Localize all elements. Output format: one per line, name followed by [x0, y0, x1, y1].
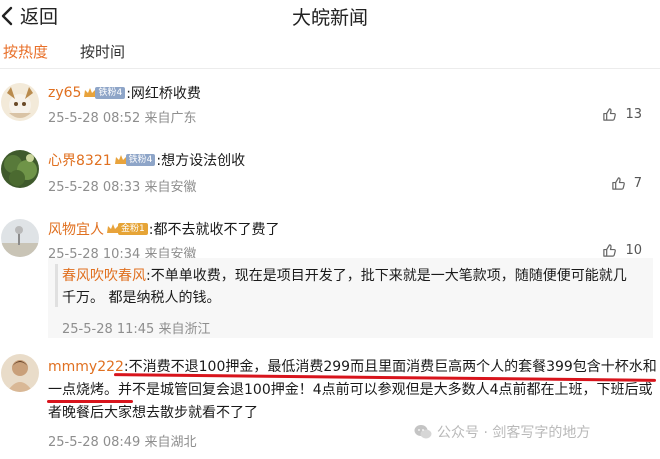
fan-badge: 铁粉4 [114, 153, 156, 167]
comment-meta: 25-5-28 08:52 来自广东 [48, 107, 197, 126]
username[interactable]: 心界8321 [48, 150, 112, 170]
comment-header: 心界8321 铁粉4 :想方设法创收 [48, 150, 245, 170]
timestamp: 25-5-28 08:33 [48, 180, 141, 195]
avatar[interactable] [1, 219, 39, 257]
sort-by-time-tab[interactable]: 按时间 [80, 41, 125, 62]
like-button[interactable]: 10 [602, 243, 642, 258]
reply-content: 春风吹吹春风:不单单收费，现在是项目开发了，批下来就是一大笔款项，随随便便可能就… [62, 265, 632, 309]
thumbs-up-icon [611, 177, 625, 190]
avatar[interactable] [1, 150, 39, 188]
like-count: 13 [625, 107, 642, 122]
avatar[interactable] [1, 354, 39, 392]
comment-text: :不消费不退100押金，最低消费299而且里面消费巨高两个人的套餐399包含十杯… [48, 359, 657, 421]
page-title: 大皖新闻 [291, 7, 368, 29]
divider [0, 68, 660, 69]
fan-badge: 金粉1 [106, 222, 148, 236]
username[interactable]: 风物宜人 [48, 219, 104, 239]
comment-meta: 25-5-28 08:33 来自安徽 [48, 176, 197, 195]
comment-header: zy65 铁粉4 :网红桥收费 [48, 83, 201, 103]
comment-text: :网红桥收费 [126, 86, 201, 102]
like-count: 7 [633, 176, 642, 191]
like-button[interactable]: 7 [611, 176, 642, 191]
sort-by-hot-tab[interactable]: 按热度 [3, 41, 48, 62]
wechat-icon [414, 425, 432, 439]
reply-meta: 25-5-28 11:45 来自浙江 [62, 318, 211, 337]
location: 来自湖北 [144, 435, 197, 450]
comment-long-content: mmmy222:不消费不退100押金，最低消费299而且里面消费巨高两个人的套餐… [48, 356, 658, 425]
badge-label: 铁粉4 [125, 154, 156, 166]
comment-meta: 25-5-28 08:49 来自湖北 [48, 431, 197, 450]
like-button[interactable]: 13 [602, 107, 642, 122]
location: 来自广东 [144, 111, 197, 126]
watermark-text: 公众号 · 剑客写字的地方 [437, 425, 591, 441]
timestamp: 25-5-28 11:45 [62, 322, 155, 337]
badge-label: 铁粉4 [95, 87, 126, 99]
timestamp: 25-5-28 08:52 [48, 111, 141, 126]
like-count: 10 [625, 243, 642, 258]
watermark: 公众号 · 剑客写字的地方 [414, 422, 590, 442]
location: 来自浙江 [158, 322, 211, 337]
comment-text: :都不去就收不了费了 [148, 222, 280, 238]
comment-header: 风物宜人 金粉1 :都不去就收不了费了 [48, 219, 279, 239]
username[interactable]: mmmy222 [48, 359, 124, 375]
top-bar: 返回 大皖新闻 [0, 0, 660, 34]
thumbs-up-icon [603, 244, 617, 257]
sort-bar: 按热度 按时间 [0, 41, 660, 65]
reply-username[interactable]: 春风吹吹春风 [62, 268, 146, 284]
fan-badge: 铁粉4 [83, 86, 126, 100]
reply-text: :不单单收费，现在是项目开发了，批下来就是一大笔款项，随随便便可能就几千万。 都… [62, 268, 627, 306]
thumbs-up-icon [603, 108, 617, 121]
avatar[interactable] [1, 83, 39, 121]
location: 来自安徽 [144, 180, 197, 195]
badge-label: 金粉1 [118, 223, 148, 235]
highlight-underline [47, 400, 133, 403]
comment-text: :想方设法创收 [156, 153, 246, 169]
reply-quote-bar [55, 264, 58, 307]
username[interactable]: zy65 [48, 85, 81, 101]
timestamp: 25-5-28 08:49 [48, 435, 141, 450]
